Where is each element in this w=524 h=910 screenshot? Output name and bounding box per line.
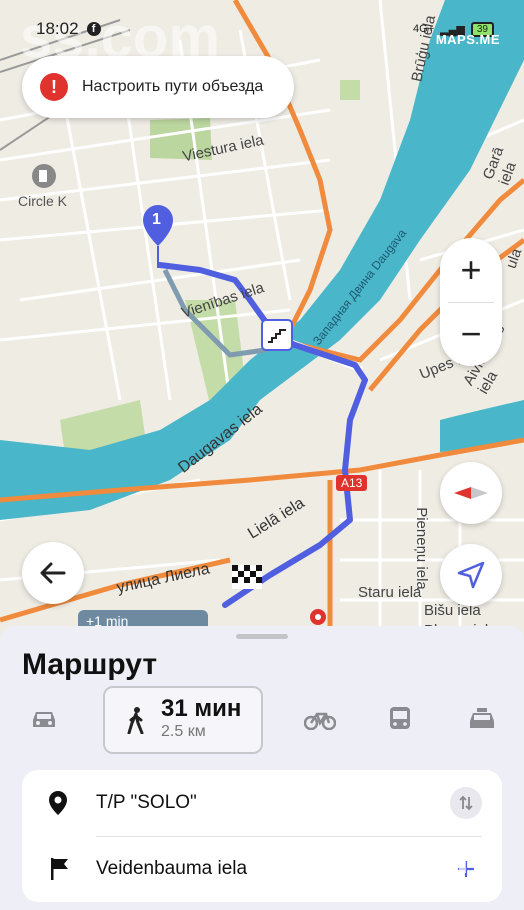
mode-taxi-button[interactable] — [460, 686, 504, 752]
map-label-a13: A13 — [336, 475, 368, 491]
zoom-control: + − — [440, 238, 502, 366]
transport-modes: 31 мин 2.5 км — [0, 686, 524, 754]
map-label-circle-k: Circle K — [18, 193, 68, 209]
zoom-divider — [448, 302, 494, 303]
start-pin-number: 1 — [152, 211, 161, 228]
route-duration: 31 мин — [161, 695, 242, 722]
zoom-out-button[interactable]: − — [440, 302, 502, 366]
finish-point-label: Veidenbauma iela — [96, 858, 248, 879]
sheet-handle[interactable] — [236, 634, 288, 639]
alert-text: Настроить пути объезда — [82, 78, 264, 95]
location-pin-icon — [49, 791, 67, 815]
avoid-routes-alert[interactable]: ! Настроить пути объезда — [22, 56, 294, 118]
back-arrow-icon — [40, 562, 66, 584]
start-point-label: T/P "SOLO" — [96, 792, 197, 813]
mode-bike-button[interactable] — [298, 686, 342, 752]
status-time: 18:02 — [36, 19, 79, 38]
back-button[interactable] — [22, 542, 84, 604]
bus-icon — [390, 707, 410, 729]
swap-points-button[interactable] — [450, 787, 482, 819]
bike-icon — [304, 712, 336, 730]
mode-car-button[interactable] — [22, 686, 66, 752]
finish-flag-icon — [51, 858, 68, 880]
map-label-staru: Staru iela — [358, 584, 422, 601]
facebook-icon: f — [86, 22, 101, 36]
sheet-title: Маршрут — [22, 648, 158, 681]
mode-bus-button[interactable] — [378, 686, 422, 752]
route-distance: 2.5 км — [161, 723, 206, 740]
location-arrow-icon — [457, 561, 485, 589]
network-label: 4G+ — [413, 23, 435, 35]
maps-me-logo: MAPS.ME — [435, 32, 500, 47]
car-icon — [33, 712, 55, 727]
alert-icon: ! — [40, 73, 68, 101]
mode-walk-button[interactable]: 31 мин 2.5 км — [103, 686, 263, 754]
taxi-icon — [470, 708, 494, 728]
compass-button[interactable] — [440, 462, 502, 524]
compass-icon — [454, 487, 488, 499]
watermark-bottom: ss.com — [290, 827, 470, 885]
watermark-bottom-sub: sludinājumu serviss — [284, 878, 447, 893]
status-bar: 18:02 f 4G+ ▂▄▆ 39 — [36, 16, 494, 42]
zoom-in-button[interactable]: + — [440, 238, 502, 302]
my-location-button[interactable] — [440, 544, 502, 606]
route-sheet: Маршрут 31 мин 2.5 км T/P "SOLO" Veidenb… — [0, 626, 524, 910]
map-label-pienenu: Pieneņu iela — [412, 507, 430, 590]
walk-icon — [127, 707, 144, 734]
swap-icon — [459, 795, 473, 811]
